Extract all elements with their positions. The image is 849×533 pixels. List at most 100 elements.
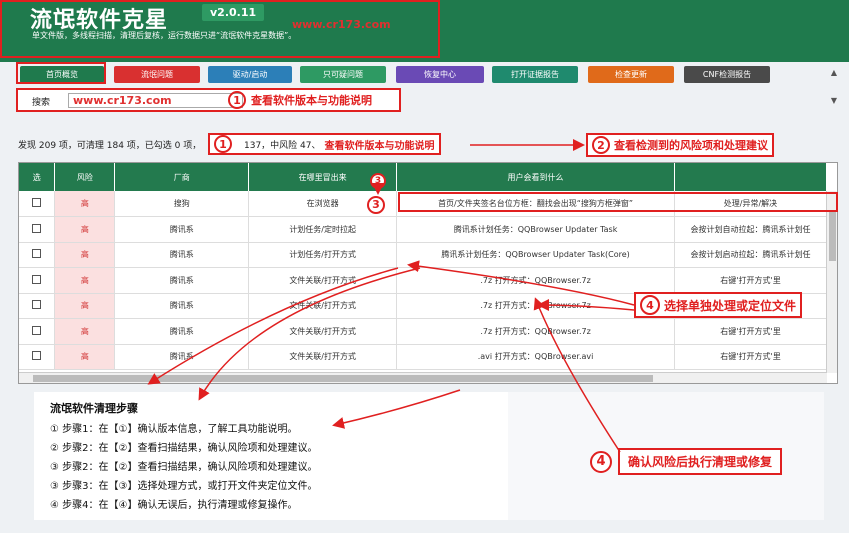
where-cell: 计划任务/定时拉起 (248, 216, 398, 243)
search-callout: 1 查看软件版本与功能说明 (228, 91, 372, 109)
vendor-cell: 腾讯系 (114, 267, 250, 294)
col-seen[interactable]: 用户会看到什么 (396, 163, 675, 191)
tab-suspicious[interactable]: 只可疑问题 (300, 66, 386, 83)
tab-cnf-report[interactable]: CNF检测报告 (684, 66, 770, 83)
seen-cell: .7z 打开方式：QQBrowser.7z (396, 267, 675, 294)
horizontal-scroll-thumb[interactable] (33, 375, 653, 382)
risk-cell: 高 (54, 216, 116, 243)
scroll-down-icon[interactable]: ▼ (831, 96, 837, 105)
callout-1-text: 查看软件版本与功能说明 (251, 94, 372, 107)
callout-3-top: 3 (370, 168, 386, 189)
row-checkbox[interactable] (32, 274, 42, 284)
tab-restore-center[interactable]: 恢复中心 (396, 66, 484, 83)
vendor-cell: 腾讯系 (114, 293, 250, 319)
seen-cell: .avi 打开方式：QQBrowser.avi (396, 344, 675, 370)
risk-cell: 高 (54, 267, 116, 294)
seen-cell: 腾讯系计划任务：QQBrowser Updater Task (396, 216, 675, 243)
callout-3-badge: 3 (367, 195, 385, 214)
search-input[interactable] (68, 93, 243, 108)
where-cell: 文件关联/打开方式 (248, 318, 398, 345)
callout-3-top-badge: 3 (370, 173, 386, 189)
extra-cell: 右键'打开方式'里 (674, 267, 827, 294)
callout-2-badge: 2 (592, 136, 610, 154)
callout-1b-text: 查看软件版本与功能说明 (324, 140, 435, 152)
seen-cell: .7z 打开方式：QQBrowser.7z (396, 318, 675, 345)
col-risk[interactable]: 风险 (54, 163, 116, 191)
vendor-cell: 搜狗 (114, 191, 250, 217)
step-line-3: ③ 步骤2：在【②】查看扫描结果，确认风险项和处理建议。 (50, 462, 318, 473)
callout-2: 2 查看检测到的风险项和处理建议 (586, 133, 774, 157)
callout-4-badge: 4 (640, 295, 660, 315)
tab-rogue-issues[interactable]: 流氓问题 (114, 66, 200, 83)
vendor-cell: 腾讯系 (114, 318, 250, 345)
stats-callout: 1 137，中风险 47、 查看软件版本与功能说明 (208, 133, 441, 155)
callout-2-text: 查看检测到的风险项和处理建议 (614, 139, 768, 152)
callout-3-highlight (398, 192, 838, 212)
vertical-scroll-thumb[interactable] (829, 211, 836, 261)
step-line-4: ③ 步骤3：在【③】选择处理方式，或打开文件夹定位文件。 (50, 481, 318, 492)
row-checkbox[interactable] (32, 325, 42, 335)
table-row[interactable]: 高 腾讯系 文件关联/打开方式 .7z 打开方式：QQBrowser.7z 右键… (19, 318, 827, 345)
risk-cell: 高 (54, 242, 116, 268)
step-line-1: ① 步骤1：在【①】确认版本信息，了解工具功能说明。 (50, 424, 298, 435)
table-row[interactable]: 高 腾讯系 文件关联/打开方式 .avi 打开方式：QQBrowser.avi … (19, 344, 827, 370)
col-extra[interactable] (674, 163, 827, 191)
header-highlight-box: 流氓软件克星 v2.0.11 www.cr173.com 单文件版，多线程扫描，… (0, 0, 440, 58)
row-checkbox[interactable] (32, 300, 42, 310)
callout-3: 3 (367, 193, 385, 214)
stats-suffix: 137，中风险 47、 (244, 140, 321, 151)
cleanup-steps-panel: 流氓软件清理步骤 ① 步骤1：在【①】确认版本信息，了解工具功能说明。 ② 步骤… (34, 392, 508, 520)
callout-4: 4 选择单独处理或定位文件 (634, 292, 803, 318)
search-row: 搜索 1 查看软件版本与功能说明 (16, 88, 401, 112)
extra-cell: 右键'打开方式'里 (674, 344, 827, 370)
where-cell: 文件关联/打开方式 (248, 293, 398, 319)
vendor-cell: 腾讯系 (114, 242, 250, 268)
step-line-5: ④ 步骤4：在【④】确认无误后，执行清理或修复操作。 (50, 500, 298, 511)
callout-4b-text: 确认风险后执行清理或修复 (618, 448, 783, 475)
row-checkbox[interactable] (32, 351, 42, 361)
callout-4b-badge: 4 (590, 450, 612, 473)
url-watermark: www.cr173.com (292, 18, 391, 31)
scroll-up-icon[interactable]: ▲ (831, 68, 837, 77)
callout-4b: 4 确认风险后执行清理或修复 (590, 448, 783, 475)
risk-cell: 高 (54, 318, 116, 345)
table-row[interactable]: 高 腾讯系 文件关联/打开方式 .7z 打开方式：QQBrowser.7z 右键… (19, 267, 827, 294)
row-checkbox[interactable] (32, 223, 42, 233)
where-cell: 文件关联/打开方式 (248, 267, 398, 294)
tab-highlight-box (16, 62, 106, 84)
col-vendor[interactable]: 厂商 (114, 163, 250, 191)
tab-drivers[interactable]: 驱动/启动 (208, 66, 292, 83)
seen-cell: 腾讯系计划任务：QQBrowser Updater Task(Core) (396, 242, 675, 268)
vendor-cell: 腾讯系 (114, 344, 250, 370)
where-cell: 计划任务/打开方式 (248, 242, 398, 268)
stats-text: 发现 209 项，可清理 184 项，已勾选 0 项， (18, 141, 202, 151)
vendor-cell: 腾讯系 (114, 216, 250, 243)
toolbar-tabs: 首页概览 流氓问题 驱动/启动 只可疑问题 恢复中心 打开证据报告 检查更新 C… (0, 62, 849, 88)
extra-cell: 会按计划自动拉起：腾讯系计划任 (674, 216, 827, 243)
step-line-2: ② 步骤2：在【②】查看扫描结果，确认风险项和处理建议。 (50, 443, 318, 454)
callout-1-badge: 1 (228, 91, 246, 109)
seen-cell: .7z 打开方式：QQBrowser.7z (396, 293, 675, 319)
app-subtitle: 单文件版，多线程扫描，清理后复核，运行数据只进“流氓软件克星数据”。 (32, 31, 297, 40)
steps-title: 流氓软件清理步骤 (50, 402, 138, 415)
row-checkbox[interactable] (32, 249, 42, 259)
where-cell: 文件关联/打开方式 (248, 344, 398, 370)
extra-cell: 右键'打开方式'里 (674, 318, 827, 345)
tab-check-update[interactable]: 检查更新 (588, 66, 674, 83)
col-select[interactable]: 选 (19, 163, 56, 191)
table-row[interactable]: 高 腾讯系 计划任务/打开方式 腾讯系计划任务：QQBrowser Update… (19, 242, 827, 268)
row-checkbox[interactable] (32, 198, 42, 207)
table-row[interactable]: 高 腾讯系 计划任务/定时拉起 腾讯系计划任务：QQBrowser Update… (19, 216, 827, 243)
risk-cell: 高 (54, 191, 116, 217)
table-vertical-scrollbar[interactable] (826, 191, 837, 373)
app-header: 流氓软件克星 v2.0.11 www.cr173.com 单文件版，多线程扫描，… (0, 0, 849, 62)
table-horizontal-scrollbar[interactable] (19, 372, 827, 383)
extra-cell: 会按计划启动拉起：腾讯系计划任 (674, 242, 827, 268)
tab-evidence-report[interactable]: 打开证据报告 (492, 66, 578, 83)
callout-4-text: 选择单独处理或定位文件 (664, 298, 797, 313)
callout-1b-badge: 1 (214, 135, 232, 153)
risk-cell: 高 (54, 293, 116, 319)
version-badge: v2.0.11 (202, 4, 265, 21)
scan-stats: 发现 209 项，可清理 184 项，已勾选 0 项， (18, 138, 201, 151)
table-header-row: 选 风险 厂商 在哪里冒出来 用户会看到什么 (19, 163, 827, 191)
